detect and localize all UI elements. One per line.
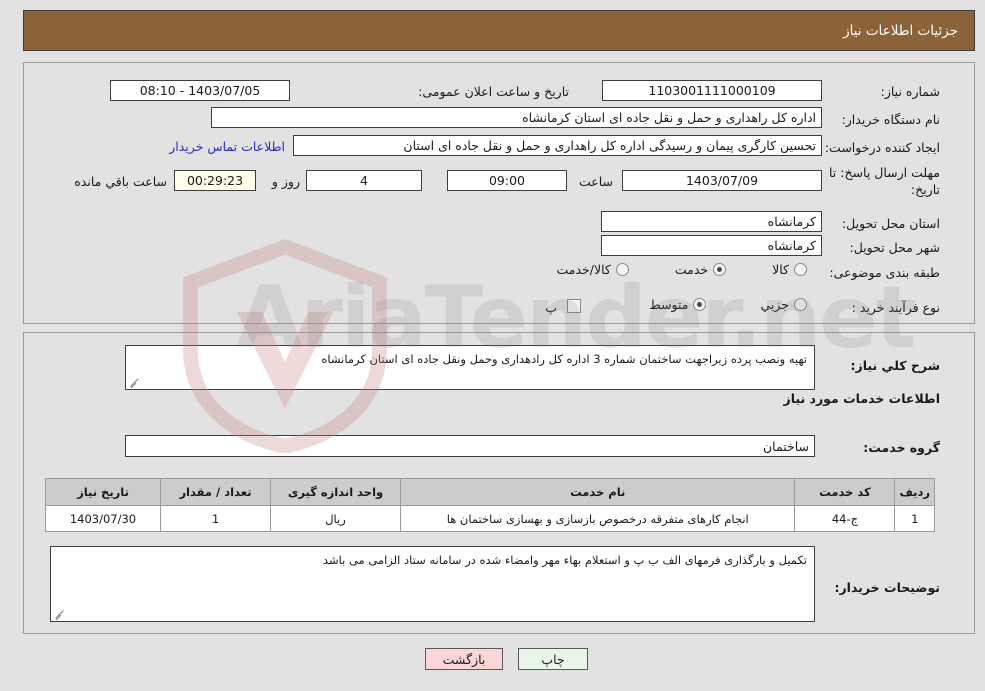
radio-icon[interactable]: [615, 263, 629, 276]
buyer-notes-value: تکمیل و بارگذاری فرمهای الف ب پ و استعلا…: [322, 553, 807, 567]
page-title: جزئیات اطلاعات نیاز: [843, 22, 958, 39]
radio-selected-icon[interactable]: [713, 263, 727, 276]
need-number-field[interactable]: 1103001111000109: [602, 80, 822, 101]
services-table: ردیف کد خدمت نام خدمت واحد اندازه گیری ت…: [45, 478, 935, 532]
need-number-label: شماره نیاز:: [880, 84, 940, 99]
print-button[interactable]: چاپ: [518, 648, 588, 670]
col-header-name: نام خدمت: [399, 478, 796, 506]
service-group-field[interactable]: ساختمان: [125, 435, 815, 457]
general-desc-value: تهیه ونصب پرده زبراجهت ساختمان شماره 3 ا…: [321, 352, 807, 366]
buyer-org-field[interactable]: اداره کل راهداری و حمل و نقل جاده ای است…: [211, 107, 822, 128]
col-header-date: تاریخ نیاز: [45, 478, 161, 506]
delivery-province-label: استان محل تحویل:: [841, 216, 940, 231]
table-row[interactable]: 1 ج-44 انجام کارهای متفرقه درخصوص بازساز…: [45, 505, 935, 532]
cell-code: ج-44: [794, 505, 896, 532]
cell-unit: ریال: [270, 505, 401, 532]
resize-grip-icon[interactable]: [54, 608, 65, 619]
col-header-code: کد خدمت: [794, 478, 896, 506]
public-announce-field[interactable]: 1403/07/05 - 08:10: [110, 80, 290, 101]
deadline-hour-label: ساعت: [578, 174, 613, 189]
purchase-type-radio-jozei[interactable]: جزیي: [760, 297, 807, 312]
col-header-quantity: تعداد / مقدار: [160, 478, 271, 506]
countdown-timer-label: ساعت باقي مانده: [74, 174, 167, 189]
public-announce-label: تاریخ و ساعت اعلان عمومی:: [418, 84, 569, 99]
treasury-note-label: پ: [545, 300, 557, 315]
cell-date: 1403/07/30: [45, 505, 161, 532]
general-desc-textarea[interactable]: تهیه ونصب پرده زبراجهت ساختمان شماره 3 ا…: [125, 345, 815, 390]
delivery-province-field[interactable]: کرمانشاه: [601, 211, 822, 232]
remaining-days-field[interactable]: 4: [306, 170, 422, 191]
col-header-radif: ردیف: [894, 478, 935, 506]
radio-selected-icon[interactable]: [693, 298, 707, 311]
deadline-hour-field[interactable]: 09:00: [447, 170, 567, 191]
category-label: طبقه بندی موضوعی:: [829, 265, 940, 280]
remaining-days-label: روز و: [271, 174, 300, 189]
cell-radif: 1: [894, 505, 935, 532]
category-radio-group[interactable]: کالا خدمت کالا/خدمت: [556, 262, 807, 277]
delivery-city-field[interactable]: کرمانشاه: [601, 235, 822, 256]
services-heading: اطلاعات خدمات مورد نیاز: [783, 391, 941, 406]
delivery-city-label: شهر محل تحویل:: [849, 240, 940, 255]
service-group-label: گروه خدمت:: [863, 440, 940, 455]
category-radio-kala-khedmat[interactable]: کالا/خدمت: [556, 262, 629, 277]
buyer-notes-label: توضیحات خریدار:: [834, 580, 940, 595]
radio-icon[interactable]: [794, 263, 807, 276]
back-button[interactable]: بازگشت: [425, 648, 503, 670]
purchase-type-label: نوع فرآیند خرید :: [851, 300, 940, 315]
page-header: جزئیات اطلاعات نیاز: [23, 10, 975, 51]
cell-quantity: 1: [160, 505, 271, 532]
radio-icon[interactable]: [794, 298, 807, 311]
table-header-row: ردیف کد خدمت نام خدمت واحد اندازه گیری ت…: [45, 478, 935, 506]
buyer-org-label: نام دستگاه خریدار:: [841, 112, 940, 127]
cell-name: انجام کارهای متفرقه درخصوص بازسازی و بهس…: [399, 505, 796, 532]
deadline-date-field[interactable]: 1403/07/09: [622, 170, 822, 191]
resize-grip-icon[interactable]: [129, 376, 140, 387]
requester-field[interactable]: تحسین کارگری پیمان و رسیدگی اداره کل راه…: [293, 135, 822, 156]
buyer-notes-textarea[interactable]: تکمیل و بارگذاری فرمهای الف ب پ و استعلا…: [50, 546, 815, 622]
treasury-note-checkbox[interactable]: [567, 299, 581, 313]
purchase-type-radio-group[interactable]: جزیي متوسط: [649, 297, 807, 312]
col-header-unit: واحد اندازه گیری: [270, 478, 401, 506]
buyer-contact-link[interactable]: اطلاعات تماس خریدار: [169, 139, 285, 154]
deadline-label: مهلت ارسال پاسخ: تا تاریخ:: [829, 165, 940, 197]
purchase-type-radio-motevaset[interactable]: متوسط: [649, 297, 707, 312]
category-radio-khedmat[interactable]: خدمت: [675, 262, 727, 277]
countdown-timer-field: 00:29:23: [174, 170, 256, 191]
general-desc-label: شرح کلي نیاز:: [850, 358, 940, 373]
category-radio-kala[interactable]: کالا: [772, 262, 807, 277]
